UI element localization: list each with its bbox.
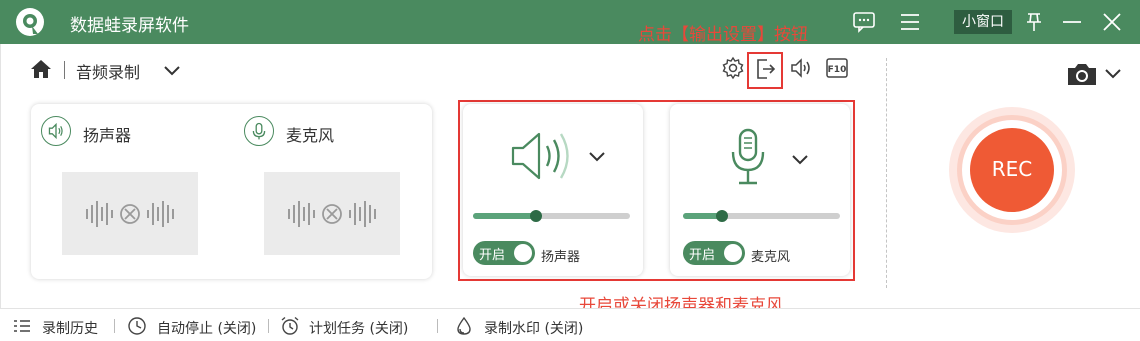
device-preview-speaker-label: 扬声器: [83, 126, 132, 145]
status-bar: 录制历史 自动停止 (关闭) 计划任务 (关闭) 录制水印 (关闭): [0, 308, 1140, 341]
title-bar: 数据蛙录屏软件 小窗口: [0, 0, 1140, 44]
home-icon[interactable]: [30, 58, 52, 80]
list-icon: [14, 320, 30, 332]
status-separator: [114, 319, 115, 333]
speaker-control-card: 开启 扬声器: [463, 104, 643, 276]
device-preview-microphone-label: 麦克风: [286, 126, 335, 145]
speaker-volume-fill: [473, 213, 536, 219]
speaker-volume-knob[interactable]: [529, 210, 542, 222]
window-left-edge: [0, 44, 4, 308]
speaker-volume-slider[interactable]: [473, 210, 630, 222]
minimize-icon[interactable]: [1060, 10, 1084, 34]
speaker-icon: [511, 132, 569, 180]
microphone-control-card: 开启 麦克风: [670, 104, 850, 276]
scheduled-task-link[interactable]: 计划任务 (关闭): [309, 318, 408, 338]
mode-title: 音频录制: [76, 63, 141, 82]
microphone-label: 麦克风: [751, 250, 791, 265]
recording-history-link[interactable]: 录制历史: [42, 318, 98, 338]
close-icon[interactable]: [1100, 10, 1124, 34]
speaker-toggle[interactable]: 开启: [473, 241, 535, 265]
alarm-clock-icon: [281, 316, 299, 335]
speaker-label: 扬声器: [541, 250, 581, 265]
microphone-volume-slider[interactable]: [683, 210, 840, 222]
app-title: 数据蛙录屏软件: [70, 16, 189, 36]
device-preview-card: 扬声器 麦克风: [31, 104, 432, 279]
output-settings-highlight: [747, 52, 783, 89]
svg-text:F10: F10: [828, 65, 847, 75]
gear-icon[interactable]: [721, 56, 745, 80]
speaker-toggle-text: 开启: [479, 248, 506, 263]
app-logo: [16, 8, 44, 36]
annotation-output-settings: 点击【输出设置】按钮: [638, 25, 808, 45]
clock-icon: [128, 317, 146, 335]
microphone-toggle[interactable]: 开启: [683, 241, 745, 265]
record-button[interactable]: REC: [948, 106, 1076, 234]
pin-icon[interactable]: [1022, 10, 1046, 34]
panel-divider: [886, 58, 887, 288]
mini-window-button[interactable]: 小窗口: [954, 10, 1012, 34]
record-label: REC: [991, 157, 1033, 181]
muted-waveform-icon: [288, 201, 376, 227]
watermark-drop-icon: [457, 316, 471, 335]
microphone-icon: [731, 128, 765, 185]
menu-icon[interactable]: [898, 10, 922, 34]
status-separator: [437, 319, 438, 333]
microphone-toggle-knob: [724, 244, 742, 262]
recording-watermark-link[interactable]: 录制水印 (关闭): [484, 318, 583, 338]
auto-stop-link[interactable]: 自动停止 (关闭): [157, 318, 256, 338]
chevron-down-icon[interactable]: [1103, 63, 1123, 83]
volume-icon[interactable]: [789, 56, 813, 80]
feedback-icon[interactable]: [852, 10, 876, 34]
speaker-toggle-knob: [514, 244, 532, 262]
chevron-down-icon[interactable]: [789, 148, 811, 170]
microphone-waveform-placeholder: [264, 172, 400, 255]
f10-shortcut-icon[interactable]: F10: [825, 56, 849, 80]
breadcrumb-separator: [64, 61, 65, 79]
microphone-toggle-text: 开启: [689, 248, 716, 263]
microphone-icon: [244, 116, 274, 146]
muted-waveform-icon: [86, 201, 174, 227]
speaker-waveform-placeholder: [62, 172, 198, 255]
chevron-down-icon[interactable]: [162, 60, 182, 80]
camera-icon[interactable]: [1066, 61, 1098, 87]
speaker-icon: [41, 116, 71, 146]
status-separator: [268, 319, 269, 333]
chevron-down-icon[interactable]: [586, 145, 608, 167]
microphone-volume-knob[interactable]: [716, 210, 729, 222]
